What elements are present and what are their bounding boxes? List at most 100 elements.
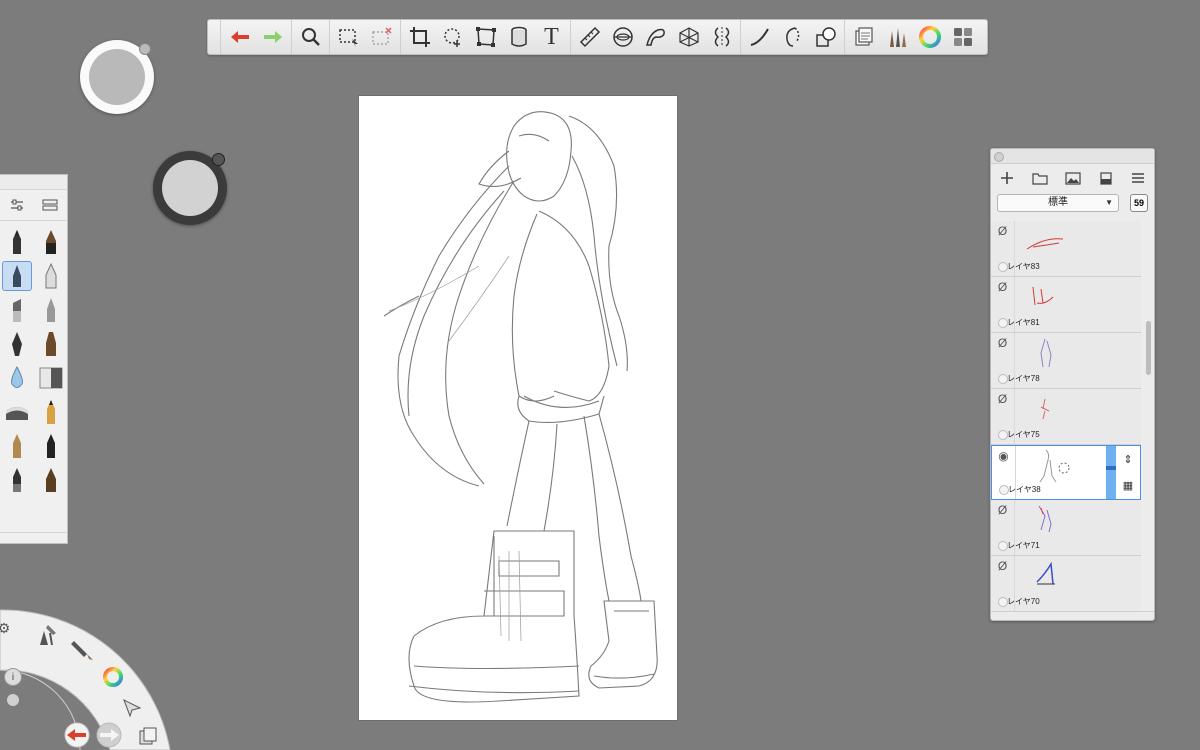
brush-ink-pen[interactable] bbox=[0, 327, 34, 361]
move-layer-icon[interactable]: ⇕ bbox=[1123, 453, 1132, 466]
layer-row-active[interactable]: ◉ レイヤ38 ⇕ ▦ bbox=[991, 445, 1141, 500]
hidden-eye-icon[interactable]: Ø bbox=[998, 560, 1007, 572]
hidden-eye-icon[interactable]: Ø bbox=[998, 337, 1007, 349]
layer-radio[interactable] bbox=[998, 485, 1009, 495]
close-icon[interactable] bbox=[994, 152, 1004, 162]
layer-radio[interactable] bbox=[997, 430, 1008, 440]
color-puck-dark[interactable] bbox=[153, 151, 227, 225]
text-button[interactable]: T bbox=[535, 20, 568, 54]
brush-chisel-marker[interactable] bbox=[0, 293, 34, 327]
brush-paintbrush[interactable] bbox=[34, 225, 68, 259]
layer-row[interactable]: Ø レイヤ71 bbox=[991, 500, 1141, 556]
opacity-button[interactable]: 59 bbox=[1130, 194, 1148, 212]
palette-titlebar[interactable] bbox=[0, 175, 67, 190]
distort-icon bbox=[475, 27, 496, 47]
layer-radio[interactable] bbox=[997, 597, 1008, 607]
palette-footer[interactable] bbox=[0, 532, 67, 543]
layer-radio[interactable] bbox=[997, 541, 1008, 551]
clear-layer-button[interactable] bbox=[1099, 171, 1113, 185]
layer-radio[interactable] bbox=[997, 318, 1008, 328]
hidden-eye-icon[interactable]: Ø bbox=[998, 281, 1007, 293]
distort-button[interactable] bbox=[469, 20, 502, 54]
brush-marker[interactable] bbox=[34, 259, 68, 293]
redo-button[interactable] bbox=[256, 20, 289, 54]
brush-soft-pencil[interactable] bbox=[0, 429, 34, 463]
layer-name: レイヤ71 bbox=[1007, 541, 1040, 550]
layer-radio[interactable] bbox=[997, 262, 1008, 272]
drawing-canvas[interactable] bbox=[359, 96, 677, 720]
lagoon-select-button[interactable] bbox=[120, 696, 144, 720]
zoom-button[interactable] bbox=[294, 20, 327, 54]
thumbnail-stroke bbox=[1039, 449, 1070, 483]
perspective-button[interactable] bbox=[672, 20, 705, 54]
puck-handle[interactable] bbox=[212, 153, 225, 166]
copic-library-button[interactable] bbox=[847, 20, 880, 54]
lagoon-color-button[interactable] bbox=[100, 664, 126, 690]
lagoon-undo-button[interactable] bbox=[62, 722, 92, 748]
ellipse-guide-button[interactable] bbox=[606, 20, 639, 54]
select-clear-button[interactable] bbox=[365, 20, 398, 54]
blend-mode-select[interactable]: 標準 ▼ bbox=[997, 194, 1119, 212]
symmetry-button[interactable] bbox=[705, 20, 738, 54]
lagoon-settings-button[interactable]: ⚙ bbox=[0, 620, 12, 636]
ruler-button[interactable] bbox=[573, 20, 606, 54]
layer-panel-titlebar[interactable] bbox=[991, 149, 1154, 164]
lagoon-info-button[interactable]: i bbox=[4, 668, 22, 686]
brush-pencil[interactable] bbox=[0, 225, 34, 259]
hidden-eye-icon[interactable]: Ø bbox=[998, 393, 1007, 405]
layer-row[interactable]: Ø レイヤ83 bbox=[991, 221, 1141, 277]
layer-opacity-slider[interactable] bbox=[1106, 446, 1116, 499]
select-button[interactable] bbox=[332, 20, 365, 54]
color-puck-light[interactable] bbox=[80, 40, 154, 114]
brush-fine-liner[interactable] bbox=[34, 293, 68, 327]
lagoon-brush-button[interactable] bbox=[70, 636, 96, 662]
undo-button[interactable] bbox=[223, 20, 256, 54]
transform-button[interactable] bbox=[436, 20, 469, 54]
layer-panel-footer[interactable] bbox=[991, 611, 1154, 620]
brush-eraser[interactable] bbox=[0, 395, 34, 429]
layer-scrollbar[interactable] bbox=[1146, 321, 1151, 375]
add-layer-button[interactable] bbox=[1000, 171, 1014, 185]
hidden-eye-icon[interactable]: Ø bbox=[998, 225, 1007, 237]
lagoon-layers-button[interactable] bbox=[136, 724, 160, 748]
fill-button[interactable] bbox=[502, 20, 535, 54]
folder-icon bbox=[1032, 172, 1048, 185]
gear-icon: ⚙ bbox=[0, 619, 11, 636]
steady-stroke-button[interactable] bbox=[743, 20, 776, 54]
layer-lock-icon[interactable]: ▦ bbox=[1123, 479, 1133, 492]
brush-eraser-block[interactable] bbox=[34, 361, 68, 395]
layer-row[interactable]: Ø レイヤ75 bbox=[991, 389, 1141, 445]
brush-flat[interactable] bbox=[34, 327, 68, 361]
puck-handle[interactable] bbox=[139, 43, 151, 55]
lagoon-redo-button[interactable] bbox=[94, 722, 124, 748]
lagoon-dot-button[interactable] bbox=[6, 693, 20, 707]
brush-ballpoint[interactable] bbox=[0, 259, 34, 293]
brush-library-button[interactable] bbox=[880, 20, 913, 54]
layer-radio[interactable] bbox=[997, 374, 1008, 384]
undo-icon bbox=[230, 31, 249, 43]
grid-view-button[interactable] bbox=[946, 20, 979, 54]
french-curve-button[interactable] bbox=[639, 20, 672, 54]
shapes-button[interactable] bbox=[809, 20, 842, 54]
eye-icon[interactable]: ◉ bbox=[998, 450, 1008, 462]
brush-settings-icon[interactable] bbox=[9, 198, 25, 212]
layer-row[interactable]: Ø レイヤ78 bbox=[991, 333, 1141, 389]
brush-technical-pen[interactable] bbox=[34, 429, 68, 463]
layer-row[interactable]: Ø レイヤ70 bbox=[991, 556, 1141, 611]
brush-blur[interactable] bbox=[0, 361, 34, 395]
crop-button[interactable] bbox=[403, 20, 436, 54]
add-group-button[interactable] bbox=[1032, 172, 1048, 185]
brush-round[interactable] bbox=[34, 463, 68, 497]
import-image-button[interactable] bbox=[1065, 171, 1082, 185]
hidden-eye-icon[interactable]: Ø bbox=[998, 504, 1007, 516]
layer-menu-button[interactable] bbox=[1131, 172, 1145, 184]
brush-sets-icon[interactable] bbox=[42, 198, 58, 212]
brush-colored-pencil[interactable] bbox=[34, 395, 68, 429]
marker-icon bbox=[45, 263, 57, 289]
toolbar-grip[interactable] bbox=[208, 20, 221, 54]
lagoon-tools-button[interactable] bbox=[34, 622, 60, 648]
predictive-stroke-button[interactable] bbox=[776, 20, 809, 54]
color-wheel-button[interactable] bbox=[913, 20, 946, 54]
brush-dark-pen[interactable] bbox=[0, 463, 34, 497]
layer-row[interactable]: Ø レイヤ81 bbox=[991, 277, 1141, 333]
